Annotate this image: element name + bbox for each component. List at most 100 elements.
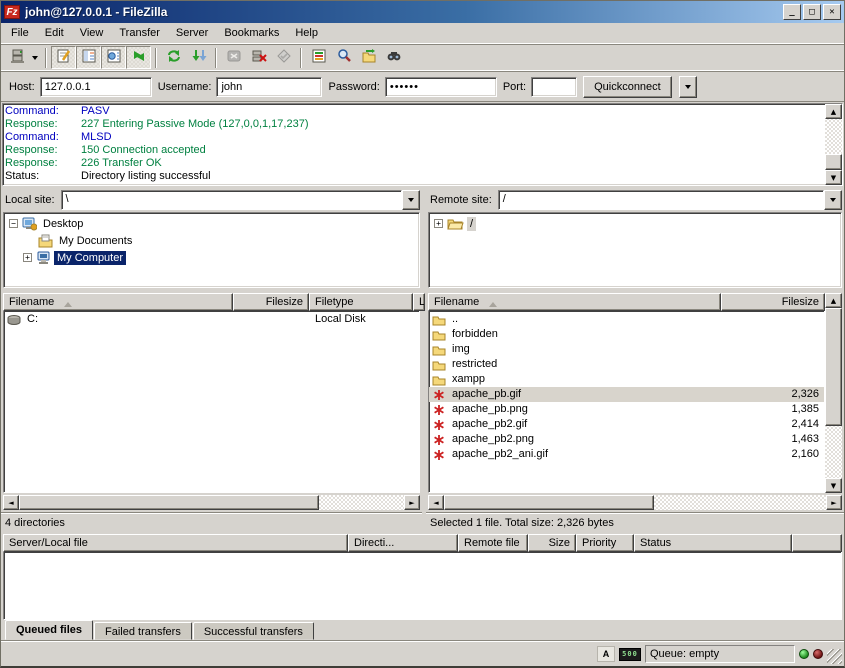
remote-file-row[interactable]: restricted: [429, 357, 824, 372]
log-line: Response:226 Transfer OK: [5, 157, 823, 170]
column-status[interactable]: Status: [634, 534, 792, 552]
column-priority[interactable]: Priority: [576, 534, 634, 552]
scroll-right-icon[interactable]: ►: [826, 495, 842, 510]
tree-item-label[interactable]: /: [467, 217, 476, 231]
refresh-button[interactable]: [161, 46, 186, 69]
column-server-local-file[interactable]: Server/Local file: [3, 534, 348, 552]
remote-file-row[interactable]: apache_pb2.gif 2,414: [429, 417, 824, 432]
tree-item-my-computer[interactable]: + My Computer: [5, 249, 418, 266]
column-filetype[interactable]: Filetype: [309, 293, 413, 311]
speed-limit-indicator-icon: 500: [619, 648, 641, 661]
tree-item-label[interactable]: My Documents: [56, 234, 135, 248]
tab-successful-transfers[interactable]: Successful transfers: [193, 622, 314, 640]
local-file-row[interactable]: C: Local Disk: [4, 312, 419, 327]
scroll-left-icon[interactable]: ◄: [3, 495, 19, 510]
process-queue-button[interactable]: [186, 46, 211, 69]
resize-grip[interactable]: [827, 649, 842, 664]
column-remote-file[interactable]: Remote file: [458, 534, 528, 552]
log-vertical-scrollbar[interactable]: ▲ ▼: [825, 104, 842, 185]
tree-item-label[interactable]: Desktop: [40, 217, 86, 231]
toggle-queue-button[interactable]: [126, 46, 151, 69]
chevron-down-icon: [408, 198, 414, 205]
column-filesize[interactable]: Filesize: [233, 293, 309, 311]
expand-icon[interactable]: +: [23, 253, 32, 262]
column-size[interactable]: Size: [528, 534, 576, 552]
maximize-button[interactable]: □: [803, 4, 821, 20]
toggle-remote-tree-button[interactable]: [101, 46, 126, 69]
menu-view[interactable]: View: [72, 24, 112, 42]
menu-transfer[interactable]: Transfer: [111, 24, 168, 42]
scrollbar-thumb[interactable]: [825, 154, 842, 170]
disconnect-button[interactable]: [246, 46, 271, 69]
scroll-up-icon[interactable]: ▲: [825, 293, 842, 308]
remote-file-row-selected[interactable]: apache_pb.gif 2,326: [429, 387, 824, 402]
quickconnect-button[interactable]: Quickconnect: [583, 76, 672, 98]
remote-file-row[interactable]: xampp: [429, 372, 824, 387]
local-horizontal-scrollbar[interactable]: ◄ ►: [3, 495, 420, 510]
remote-file-row[interactable]: ..: [429, 312, 824, 327]
scroll-down-icon[interactable]: ▼: [825, 478, 842, 493]
scrollbar-thumb[interactable]: [19, 495, 319, 510]
minimize-button[interactable]: _: [783, 4, 801, 20]
scroll-down-icon[interactable]: ▼: [825, 170, 842, 185]
close-button[interactable]: ✕: [823, 4, 841, 20]
remote-site-combobox[interactable]: /: [498, 190, 842, 210]
my-documents-icon: [38, 234, 53, 248]
directory-listing-filters-button[interactable]: [306, 46, 331, 69]
scrollbar-thumb[interactable]: [825, 308, 842, 426]
password-input[interactable]: [385, 77, 497, 97]
remote-file-row[interactable]: apache_pb2_ani.gif 2,160: [429, 447, 824, 462]
tree-item-root[interactable]: + /: [430, 215, 840, 232]
tree-item-my-documents[interactable]: My Documents: [5, 232, 418, 249]
host-input[interactable]: [40, 77, 152, 97]
tree-item-label[interactable]: My Computer: [54, 251, 126, 265]
scrollbar-thumb[interactable]: [444, 495, 654, 510]
file-search-button[interactable]: [331, 46, 356, 69]
directory-comparison-button[interactable]: [356, 46, 381, 69]
expand-icon[interactable]: +: [434, 219, 443, 228]
remote-site-dropdown[interactable]: [824, 190, 842, 210]
reconnect-icon: [276, 48, 292, 67]
local-status-text: 4 directories: [1, 512, 422, 532]
site-manager-dropdown[interactable]: [29, 46, 41, 69]
tab-queued-files[interactable]: Queued files: [5, 620, 93, 640]
port-input[interactable]: [531, 77, 577, 97]
menu-bookmarks[interactable]: Bookmarks: [216, 24, 287, 42]
scroll-right-icon[interactable]: ►: [404, 495, 420, 510]
column-filesize[interactable]: Filesize: [721, 293, 825, 311]
synchronized-browsing-button[interactable]: [381, 46, 406, 69]
collapse-icon[interactable]: −: [9, 219, 18, 228]
tab-failed-transfers[interactable]: Failed transfers: [94, 622, 192, 640]
scroll-up-icon[interactable]: ▲: [825, 104, 842, 119]
disconnect-icon: [251, 48, 267, 67]
local-site-combobox[interactable]: \: [61, 190, 420, 210]
local-site-path[interactable]: \: [61, 190, 402, 210]
remote-file-row[interactable]: forbidden: [429, 327, 824, 342]
column-filename[interactable]: Filename: [3, 293, 233, 311]
cancel-operation-button[interactable]: [221, 46, 246, 69]
remote-file-row[interactable]: apache_pb2.png 1,463: [429, 432, 824, 447]
reconnect-button[interactable]: [271, 46, 296, 69]
scroll-left-icon[interactable]: ◄: [428, 495, 444, 510]
menu-server[interactable]: Server: [168, 24, 216, 42]
username-input[interactable]: [216, 77, 322, 97]
remote-site-path[interactable]: /: [498, 190, 824, 210]
remote-file-row[interactable]: apache_pb.png 1,385: [429, 402, 824, 417]
site-manager-button[interactable]: [4, 46, 29, 69]
remote-horizontal-scrollbar[interactable]: ◄ ►: [428, 495, 842, 510]
remote-vertical-scrollbar[interactable]: ▲ ▼: [825, 293, 842, 493]
tree-item-desktop[interactable]: − Desktop: [5, 215, 418, 232]
menu-edit[interactable]: Edit: [37, 24, 72, 42]
queue-body[interactable]: [3, 552, 842, 620]
toggle-local-tree-button[interactable]: [76, 46, 101, 69]
local-site-dropdown[interactable]: [402, 190, 420, 210]
toggle-message-log-button[interactable]: [51, 46, 76, 69]
column-direction[interactable]: Directi...: [348, 534, 458, 552]
quickconnect-dropdown[interactable]: [679, 76, 697, 98]
remote-file-row[interactable]: img: [429, 342, 824, 357]
column-filename[interactable]: Filename: [428, 293, 721, 311]
menu-help[interactable]: Help: [287, 24, 326, 42]
toggle-local-tree-icon: [81, 48, 97, 67]
menu-file[interactable]: File: [3, 24, 37, 42]
log-line: Command:MLSD: [5, 131, 823, 144]
